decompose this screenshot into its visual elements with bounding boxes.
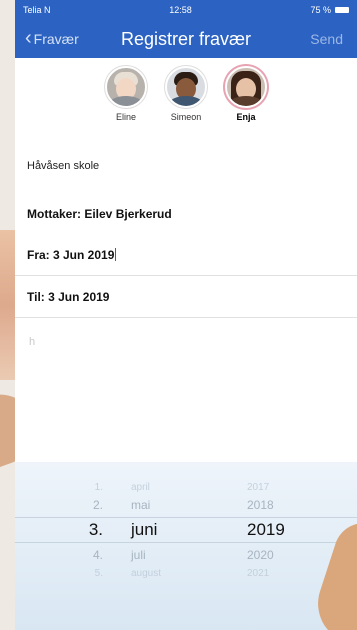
avatar: [225, 66, 267, 108]
picker-year: 2021: [247, 567, 270, 579]
from-date-label: Fra: 3 Jun 2019: [27, 247, 115, 262]
carrier-label: Telia N: [23, 5, 51, 15]
picker-row-selected[interactable]: 3. juni 2019: [15, 519, 357, 541]
picker-month: juli: [131, 548, 146, 562]
student-enja[interactable]: Enja: [223, 66, 269, 158]
picker-row[interactable]: 5. august 2021: [15, 562, 357, 584]
student-name: Simeon: [170, 112, 202, 122]
picker-day: 1.: [94, 481, 103, 493]
chevron-left-icon: ‹: [25, 27, 32, 49]
picker-selection-bottom: [15, 542, 357, 543]
picker-day: 2.: [92, 498, 103, 512]
avatar: [165, 66, 207, 108]
clock: 12:58: [169, 5, 192, 15]
picker-year: 2018: [247, 498, 274, 512]
picker-month: august: [131, 567, 162, 579]
nav-bar: ‹ Fravær Registrer fravær Send: [15, 20, 357, 58]
phone-screen: Telia N 12:58 75 % ‹ Fravær Registrer fr…: [15, 0, 357, 630]
avatar: [105, 66, 147, 108]
send-button[interactable]: Send: [310, 31, 343, 47]
date-picker[interactable]: 1. april 2017 2. mai 2018 3. juni 2019 4…: [15, 462, 357, 630]
picker-day: 4.: [92, 548, 103, 562]
picker-month: mai: [131, 498, 151, 512]
student-eline[interactable]: Eline: [103, 66, 149, 158]
recipient-label: Mottaker: Eilev Bjerkerud: [27, 207, 172, 221]
recipient-field[interactable]: Mottaker: Eilev Bjerkerud: [15, 194, 357, 234]
to-date-label: Til: 3 Jun 2019: [27, 289, 110, 304]
picker-month: juni: [131, 520, 158, 539]
status-bar: Telia N 12:58 75 %: [15, 0, 357, 20]
picker-month: april: [131, 481, 150, 493]
picker-day: 5.: [94, 567, 103, 579]
to-date-field[interactable]: Til: 3 Jun 2019: [15, 276, 357, 318]
text-cursor: [115, 248, 117, 261]
comment-text: h: [29, 336, 36, 348]
student-name: Enja: [236, 112, 256, 122]
comment-field[interactable]: h: [15, 318, 357, 458]
back-button[interactable]: ‹ Fravær: [25, 27, 79, 49]
back-label: Fravær: [33, 31, 79, 47]
battery-icon: [335, 7, 349, 13]
picker-year: 2017: [247, 481, 270, 493]
picker-row[interactable]: 2. mai 2018: [15, 494, 357, 516]
school-name: Håvåsen skole: [27, 160, 100, 172]
student-simeon[interactable]: Simeon: [163, 66, 209, 158]
student-selector: Eline Simeon Enja: [15, 58, 357, 158]
status-right: 75 %: [310, 5, 349, 15]
from-date-field[interactable]: Fra: 3 Jun 2019: [15, 234, 357, 276]
battery-percent: 75 %: [310, 5, 331, 15]
picker-day: 3.: [88, 520, 103, 539]
picker-selection-top: [15, 517, 357, 518]
student-name: Eline: [115, 112, 136, 122]
picker-year: 2020: [247, 548, 274, 562]
picker-year: 2019: [247, 520, 285, 539]
